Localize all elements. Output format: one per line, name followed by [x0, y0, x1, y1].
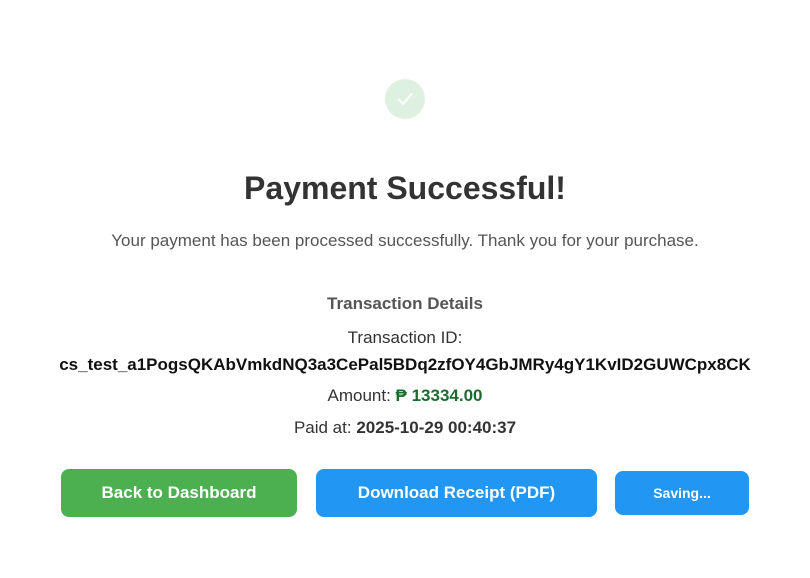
saving-button[interactable]: Saving...	[615, 471, 749, 515]
amount-label: Amount:	[327, 386, 391, 405]
amount-value: ₱ 13334.00	[395, 386, 483, 405]
transaction-details-heading: Transaction Details	[327, 294, 483, 313]
page-title: Payment Successful!	[244, 170, 566, 206]
paid-at-row: Paid at: 2025-10-29 00:40:37	[0, 418, 810, 438]
transaction-id-value: cs_test_a1PogsQKAbVmkdNQ3a3CePal5BDq2zfO…	[59, 355, 751, 374]
page-subtitle: Your payment has been processed successf…	[111, 231, 699, 250]
amount-row: Amount: ₱ 13334.00	[0, 386, 810, 406]
paid-at-value: 2025-10-29 00:40:37	[356, 418, 517, 437]
check-icon	[397, 92, 413, 106]
paid-at-label: Paid at:	[293, 418, 352, 437]
transaction-id-label: Transaction ID:	[347, 328, 463, 347]
back-to-dashboard-button[interactable]: Back to Dashboard	[61, 469, 297, 517]
payment-success-page: Payment Successful! Your payment has bee…	[0, 0, 810, 578]
download-receipt-button[interactable]: Download Receipt (PDF)	[316, 469, 597, 517]
success-check-icon	[385, 79, 425, 119]
